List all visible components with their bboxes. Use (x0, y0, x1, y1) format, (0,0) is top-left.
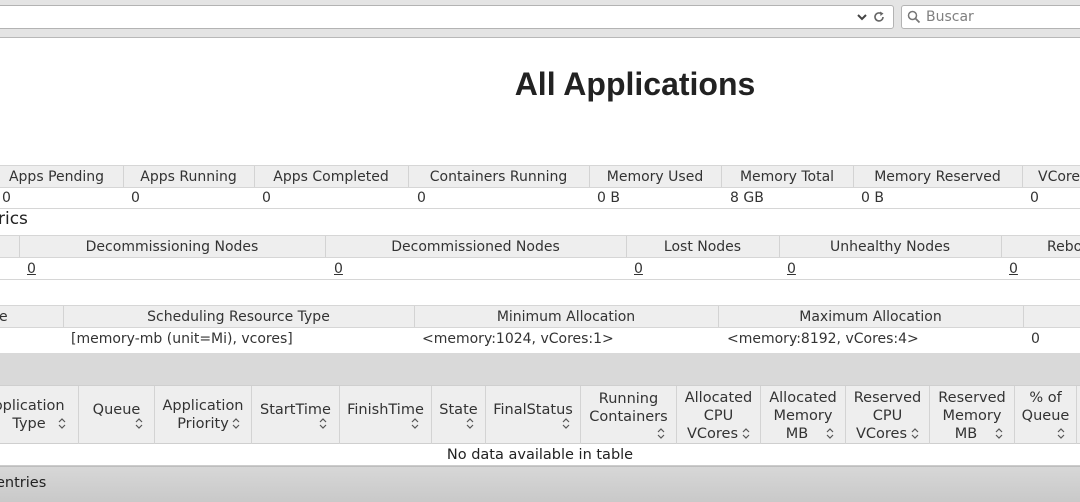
column-label: Type (12, 416, 46, 432)
column-label: CPU (872, 408, 903, 424)
column-final-status[interactable]: FinalStatus (486, 386, 581, 444)
max-priority-value: 0 (1031, 331, 1040, 347)
apps-completed-value: 0 (262, 190, 271, 206)
column-application-type[interactable]: pplication Type (0, 386, 79, 444)
column-label: Running (598, 391, 659, 407)
column-finish-time[interactable]: FinishTime (340, 386, 432, 444)
memory-reserved-value: 0 B (861, 190, 884, 206)
apps-running-value: 0 (131, 190, 140, 206)
apps-running-header: Apps Running (140, 169, 237, 185)
vcores-header: VCore (1038, 169, 1080, 185)
memory-total-value: 8 GB (730, 190, 764, 206)
lost-nodes-link[interactable]: 0 (634, 261, 643, 277)
sort-icon[interactable] (562, 418, 570, 429)
rebooted-nodes-link[interactable]: 0 (1009, 261, 1018, 277)
vcores-value: 0 (1030, 190, 1039, 206)
minimum-allocation-value: <memory:1024, vCores:1> (422, 331, 614, 347)
memory-used-value: 0 B (597, 190, 620, 206)
scheduling-resource-type-header: Scheduling Resource Type (147, 309, 330, 325)
entries-info: entries (0, 475, 47, 491)
column-label: Containers (589, 409, 668, 425)
column-label: State (439, 402, 478, 418)
sort-icon[interactable] (742, 428, 750, 439)
minimum-allocation-header: Minimum Allocation (496, 309, 636, 325)
memory-total-header: Memory Total (739, 169, 835, 185)
sort-icon[interactable] (911, 428, 919, 439)
column-queue[interactable]: Queue (79, 386, 155, 444)
column-label: Memory (773, 408, 833, 424)
column-label: Allocated (684, 390, 753, 406)
decommissioning-nodes-link[interactable]: 0 (27, 261, 36, 277)
rebooted-nodes-header: Rebo (1047, 239, 1080, 255)
apps-table-toolbar (0, 353, 1080, 385)
lost-nodes-header: Lost Nodes (663, 239, 742, 255)
column-label: CPU (703, 408, 734, 424)
column-application-priority[interactable]: Application Priority (155, 386, 252, 444)
sort-icon[interactable] (58, 418, 66, 429)
sort-icon[interactable] (232, 418, 240, 429)
column-label: Allocated (769, 390, 837, 406)
row-divider (0, 279, 1080, 280)
reload-icon[interactable] (872, 10, 886, 24)
memory-reserved-header: Memory Reserved (874, 169, 1001, 185)
sort-icon[interactable] (135, 418, 143, 429)
containers-running-header: Containers Running (429, 169, 568, 185)
unhealthy-nodes-header: Unhealthy Nodes (829, 239, 950, 255)
sort-icon[interactable] (319, 418, 327, 429)
column-label: Queue (92, 402, 141, 418)
browser-toolbar (0, 0, 1080, 38)
search-box[interactable] (901, 5, 1080, 29)
url-bar[interactable] (0, 5, 894, 29)
node-metrics-title: rics (0, 209, 28, 229)
apps-table-footer: entries (0, 466, 1080, 502)
column-divider (1001, 236, 1002, 257)
apps-pending-value: 0 (2, 190, 11, 206)
column-label: Queue (1021, 408, 1070, 424)
sort-icon[interactable] (466, 418, 474, 429)
column-label: FinishTime (347, 402, 424, 418)
column-divider (1022, 166, 1023, 187)
sort-icon[interactable] (1057, 428, 1065, 439)
column-state[interactable]: State (432, 386, 486, 444)
column-divider (1023, 306, 1024, 327)
row-divider (0, 208, 1080, 209)
decommissioned-nodes-link[interactable]: 0 (334, 261, 343, 277)
apps-completed-header: Apps Completed (273, 169, 389, 185)
search-input[interactable] (926, 8, 1076, 26)
apps-pending-header: Apps Pending (8, 169, 105, 185)
column-label: Memory (942, 408, 1002, 424)
chevron-down-icon[interactable] (855, 10, 869, 24)
column-label: Application (162, 398, 244, 414)
decommissioning-nodes-header: Decommissioning Nodes (85, 239, 259, 255)
page-title: All Applications (514, 66, 756, 102)
column-percent-of-queue[interactable]: % of Queue (1015, 386, 1077, 444)
column-label: % of (1029, 390, 1062, 406)
column-start-time[interactable]: StartTime (252, 386, 340, 444)
scheduling-resource-type-value: [memory-mb (unit=Mi), vcores] (71, 331, 293, 347)
apps-table-header: pplication Type Queue Application Priori… (0, 385, 1080, 444)
unhealthy-nodes-link[interactable]: 0 (787, 261, 796, 277)
sort-icon[interactable] (826, 428, 834, 439)
column-label: Reserved (853, 390, 922, 406)
sort-icon[interactable] (411, 418, 419, 429)
decommissioned-nodes-header: Decommissioned Nodes (391, 239, 560, 255)
maximum-allocation-header: Maximum Allocation (799, 309, 942, 325)
memory-used-header: Memory Used (606, 169, 704, 185)
column-label: pplication (0, 398, 65, 414)
containers-running-value: 0 (417, 190, 426, 206)
column-label: FinalStatus (493, 402, 573, 418)
maximum-allocation-value: <memory:8192, vCores:4> (727, 331, 919, 347)
column-label: StartTime (260, 402, 331, 418)
sort-icon[interactable] (657, 428, 665, 439)
browser-viewport: All Applications Apps Pending Apps Runni… (0, 0, 1080, 502)
sort-icon[interactable] (995, 428, 1003, 439)
search-icon (907, 10, 921, 24)
empty-table-message: No data available in table (0, 445, 1080, 466)
scheduler-type-header: e (0, 309, 8, 325)
column-label: Reserved (938, 390, 1006, 406)
